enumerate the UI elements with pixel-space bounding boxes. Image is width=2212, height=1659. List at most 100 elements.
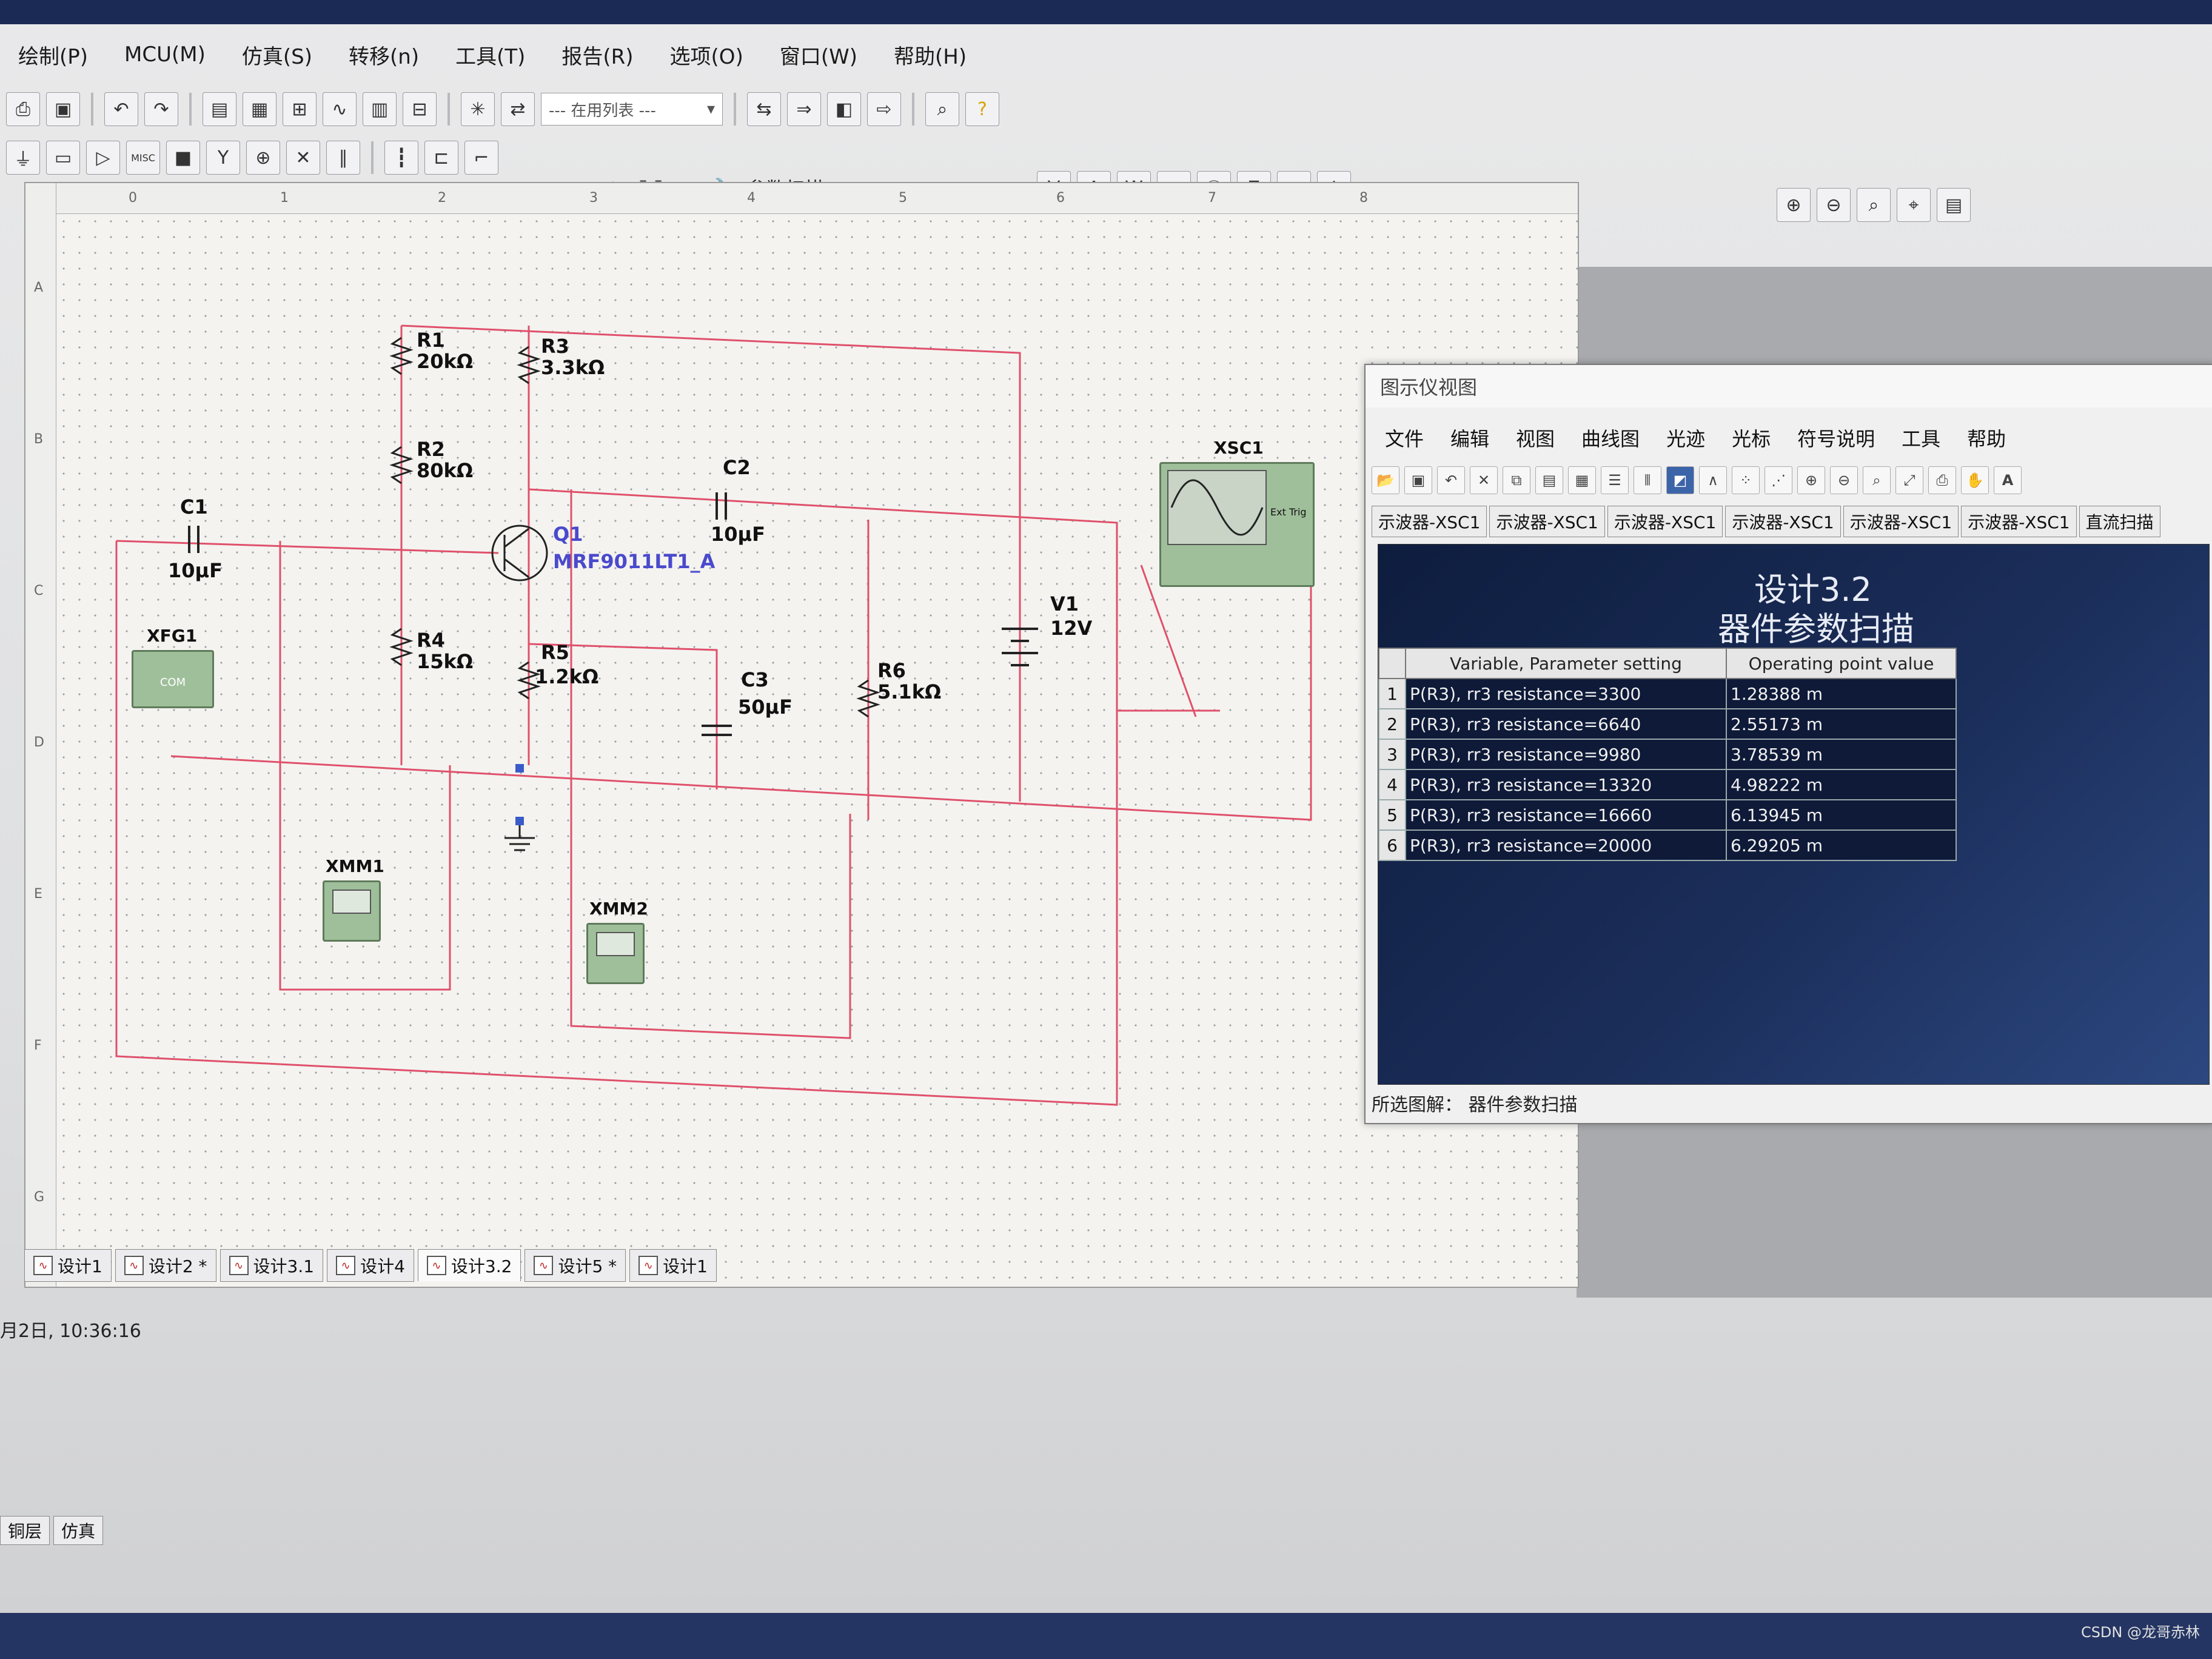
table-row[interactable]: 2 P(R3), rr3 resistance=6640 2.55173 m [1378, 708, 1957, 740]
grapher-icon[interactable]: ∿ [323, 92, 357, 126]
component-wizard-icon[interactable]: ⊟ [403, 92, 437, 126]
menu-tools[interactable]: 工具(T) [437, 40, 543, 70]
zoom-in-icon[interactable]: ⊕ [1797, 466, 1825, 494]
grapher-window[interactable]: 图示仪视图 文件 编辑 视图 曲线图 光迹 光标 符号说明 工具 帮助 📂 ▣ … [1364, 364, 2212, 1124]
database-icon[interactable]: ⊞ [283, 92, 317, 126]
tab-scope[interactable]: 示波器-XSC1 [1725, 506, 1841, 537]
tab-dc-sweep[interactable]: 直流扫描 [2079, 506, 2160, 537]
menu-options[interactable]: 选项(O) [652, 40, 762, 70]
tab-copper-layers[interactable]: 铜层 [0, 1516, 50, 1545]
electrical-rules-icon[interactable]: ✳ [461, 92, 495, 126]
menu-mcu[interactable]: MCU(M) [106, 42, 224, 67]
oscilloscope-XSC1[interactable]: Ext Trig [1159, 462, 1315, 587]
table-row[interactable]: 6 P(R3), rr3 resistance=20000 6.29205 m [1378, 830, 1957, 861]
table-row[interactable]: 1 P(R3), rr3 resistance=3300 1.28388 m [1378, 678, 1957, 709]
tab-design3-2[interactable]: ∿ 设计3.2 [417, 1249, 521, 1281]
hierarchical-block-icon[interactable]: ⊏ [424, 141, 458, 175]
transfer-icon[interactable]: ⇄ [501, 92, 535, 126]
tab-design3-1[interactable]: ∿ 设计3.1 [220, 1249, 324, 1282]
function-generator-XFG1[interactable]: COM [132, 650, 214, 708]
zoom-area-icon[interactable]: ⌕ [1857, 188, 1891, 222]
tab-design5[interactable]: ∿ 设计5 * [525, 1249, 626, 1282]
legend-icon[interactable]: ☰ [1601, 466, 1629, 494]
grapher-plot-area[interactable]: 设计3.2 器件参数扫描 Variable, Parameter setting… [1378, 544, 2210, 1085]
postprocessor-icon[interactable]: ▥ [363, 92, 397, 126]
tab-design1[interactable]: ∿ 设计1 [24, 1249, 112, 1282]
table-row[interactable]: 4 P(R3), rr3 resistance=13320 4.98222 m [1378, 769, 1957, 800]
table-row[interactable]: 3 P(R3), rr3 resistance=9980 3.78539 m [1378, 739, 1957, 770]
grapher-menu-trace[interactable]: 光迹 [1653, 424, 1718, 452]
tab-scope[interactable]: 示波器-XSC1 [1843, 506, 1959, 537]
zoom-out-icon[interactable]: ⊖ [1817, 188, 1851, 222]
open-icon[interactable]: 📂 [1372, 466, 1399, 494]
reverse-colors-icon[interactable]: ◩ [1666, 466, 1694, 494]
ultiboard-icon[interactable]: ◧ [827, 92, 861, 126]
tab-scope[interactable]: 示波器-XSC1 [1961, 506, 2077, 537]
diode-icon[interactable]: ▷ [86, 141, 120, 175]
cut-icon[interactable]: ✕ [1470, 466, 1498, 494]
electromech-icon[interactable]: ⊕ [246, 141, 280, 175]
tab-scope[interactable]: 示波器-XSC1 [1607, 506, 1723, 537]
forward-annotate-icon[interactable]: ⇒ [787, 92, 821, 126]
schematic-canvas[interactable]: 0 1 2 3 4 5 6 7 8 A B C D E F G R1 20kΩ … [24, 182, 1579, 1288]
line-points-icon[interactable]: ⋰ [1765, 466, 1792, 494]
in-use-list-dropdown[interactable]: --- 在用列表 --- ▾ [541, 93, 723, 126]
zoom-full-icon[interactable]: ⤢ [1895, 466, 1923, 494]
design-toolbox-icon[interactable]: ▤ [203, 92, 236, 126]
pan-icon[interactable]: ✋ [1961, 466, 1989, 494]
menu-place[interactable]: 绘制(P) [0, 40, 106, 70]
tab-scope[interactable]: 示波器-XSC1 [1489, 506, 1605, 537]
redo-icon[interactable]: ↷ [144, 92, 178, 126]
help-icon[interactable]: ? [965, 92, 999, 126]
table-row[interactable]: 5 P(R3), rr3 resistance=16660 6.13945 m [1378, 799, 1957, 831]
grapher-menu-help[interactable]: 帮助 [1954, 424, 2019, 452]
grapher-menu-legend[interactable]: 符号说明 [1784, 424, 1888, 452]
save-icon[interactable]: ▣ [46, 92, 80, 126]
cursors-icon[interactable]: ⫴ [1634, 466, 1661, 494]
undo-icon[interactable]: ↶ [1437, 466, 1465, 494]
zoom-fit-icon[interactable]: ⌖ [1897, 188, 1931, 222]
tab-design4[interactable]: ∿ 设计4 [327, 1249, 414, 1282]
menu-help[interactable]: 帮助(H) [876, 40, 985, 70]
menu-window[interactable]: 窗口(W) [762, 40, 876, 70]
grapher-menu-cursor[interactable]: 光标 [1718, 424, 1784, 452]
menu-reports[interactable]: 报告(R) [543, 40, 651, 70]
scatter-icon[interactable]: ⁘ [1732, 466, 1760, 494]
spreadsheet-icon[interactable]: ▦ [243, 92, 276, 126]
back-annotate-icon[interactable]: ⇆ [747, 92, 781, 126]
tab-simulation[interactable]: 仿真 [53, 1516, 104, 1545]
save-icon[interactable]: ▣ [1404, 466, 1432, 494]
find-examples-icon[interactable]: ⌕ [925, 92, 959, 126]
grapher-menu-file[interactable]: 文件 [1372, 424, 1437, 452]
zoom-area-icon[interactable]: ⌕ [1863, 466, 1891, 494]
trace-icon[interactable]: ∧ [1699, 466, 1727, 494]
zoom-in-icon[interactable]: ⊕ [1777, 188, 1811, 222]
paste-icon[interactable]: ▤ [1535, 466, 1563, 494]
antenna-icon[interactable]: Y [206, 141, 240, 175]
grapher-menu-tools[interactable]: 工具 [1888, 424, 1954, 452]
bus-icon[interactable]: ┇ [384, 141, 418, 175]
multimeter-XMM2[interactable] [586, 923, 645, 984]
multimeter-XMM1[interactable] [323, 880, 381, 942]
grapher-menu-edit[interactable]: 编辑 [1437, 424, 1503, 452]
ladder-icon[interactable]: ∥ [326, 141, 360, 175]
mcu-icon[interactable]: ✕ [286, 141, 320, 175]
undo-icon[interactable]: ↶ [104, 92, 138, 126]
print-icon[interactable]: ⎙ [1928, 466, 1956, 494]
grapher-menu-graph[interactable]: 曲线图 [1568, 424, 1653, 452]
copy-icon[interactable]: ⧉ [1503, 466, 1530, 494]
connector-icon[interactable]: ⌐ [464, 141, 498, 175]
misc-icon[interactable]: MISC [126, 141, 160, 175]
grid-icon[interactable]: ▦ [1568, 466, 1596, 494]
print-icon[interactable]: ⎙ [6, 92, 40, 126]
Q1-transistor[interactable] [491, 525, 548, 581]
indicator-icon[interactable]: ■ [166, 141, 200, 175]
zoom-out-icon[interactable]: ⊖ [1830, 466, 1858, 494]
menu-simulate[interactable]: 仿真(S) [224, 40, 330, 70]
tab-design1-b[interactable]: ∿ 设计1 [629, 1249, 717, 1282]
basic-icon[interactable]: ▭ [46, 141, 80, 175]
tab-design2[interactable]: ∿ 设计2 * [115, 1249, 216, 1282]
menu-transfer[interactable]: 转移(n) [330, 40, 437, 70]
grapher-menu-view[interactable]: 视图 [1503, 424, 1568, 452]
text-icon[interactable]: A [1994, 466, 2022, 494]
